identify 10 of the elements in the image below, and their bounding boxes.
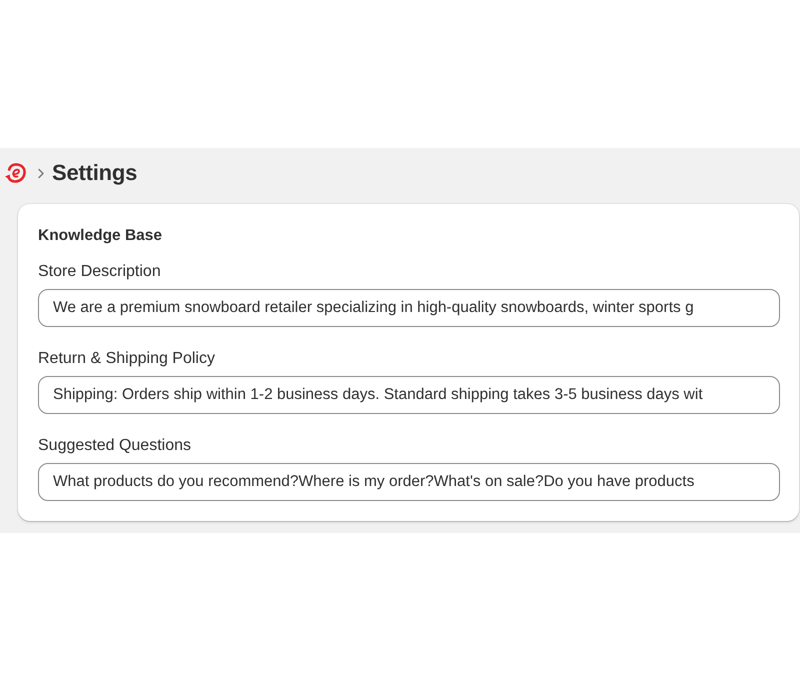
text-field[interactable]: We are a premium snowboard retailer specializing in high-quality snowboards, winter sports g xyxy=(38,289,780,327)
field-label: Suggested Questions xyxy=(38,436,192,456)
page-title: Settings xyxy=(52,160,138,186)
card-title: Knowledge Base xyxy=(38,226,164,246)
logo-icon xyxy=(4,162,27,184)
chevron-right-icon xyxy=(37,168,45,178)
text-field[interactable]: Shipping: Orders ship within 1-2 business days. Standard shipping takes 3-5 business days wit xyxy=(38,376,780,414)
field-label: Return & Shipping Policy xyxy=(38,349,216,369)
text-field[interactable]: What products do you recommend?Where is my order?What's on sale?Do you have products xyxy=(38,463,780,501)
field-label: Store Description xyxy=(38,262,162,282)
